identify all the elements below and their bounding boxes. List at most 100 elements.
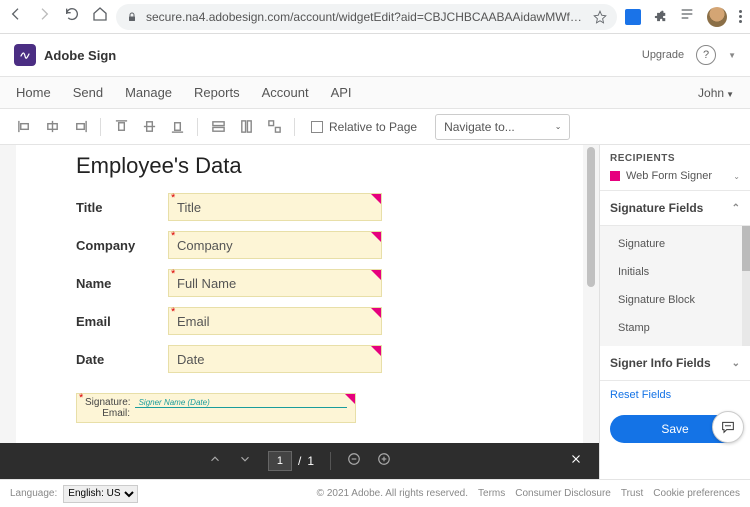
- align-bottom-button[interactable]: [165, 116, 189, 138]
- footer-cookies[interactable]: Cookie preferences: [653, 488, 740, 499]
- align-center-v-button[interactable]: [137, 116, 161, 138]
- page-total: 1: [307, 454, 314, 468]
- nav-send[interactable]: Send: [73, 85, 103, 100]
- align-toolbar: Relative to Page Navigate to... ⌄: [0, 109, 750, 145]
- forward-icon[interactable]: [36, 6, 52, 27]
- copyright: © 2021 Adobe. All rights reserved.: [317, 488, 468, 499]
- field-stamp[interactable]: Stamp: [600, 314, 750, 342]
- main-nav: Home Send Manage Reports Account API Joh…: [0, 76, 750, 109]
- user-name: John: [698, 86, 724, 100]
- align-right-button[interactable]: [68, 116, 92, 138]
- match-width-button[interactable]: [206, 116, 230, 138]
- body: Employee's Data Title *Title Company *Co…: [0, 145, 750, 479]
- language-label: Language:: [10, 488, 57, 499]
- form-row: Title *Title: [76, 193, 523, 221]
- close-icon[interactable]: [569, 452, 583, 471]
- footer-links: © 2021 Adobe. All rights reserved. Terms…: [317, 488, 740, 499]
- signature-fields-list: Signature Initials Signature Block Stamp: [600, 226, 750, 346]
- match-height-button[interactable]: [234, 116, 258, 138]
- menu-dots-icon[interactable]: [739, 10, 742, 23]
- navigate-to-dropdown[interactable]: Navigate to... ⌄: [435, 114, 570, 140]
- footer-terms[interactable]: Terms: [478, 488, 505, 499]
- zoom-in-icon[interactable]: [377, 452, 391, 471]
- sig-line: Signer Name (Date): [135, 398, 347, 408]
- field-label: Name: [76, 276, 168, 291]
- profile-avatar[interactable]: [707, 7, 727, 27]
- document: Employee's Data Title *Title Company *Co…: [16, 145, 583, 443]
- page-down-icon[interactable]: [238, 452, 252, 471]
- language-select[interactable]: English: US: [63, 485, 138, 503]
- adobe-sign-logo: [14, 44, 36, 66]
- panel-scroll-thumb[interactable]: [742, 226, 750, 271]
- field-label: Date: [76, 352, 168, 367]
- page-input[interactable]: [268, 451, 292, 471]
- align-left-button[interactable]: [12, 116, 36, 138]
- field-signature[interactable]: Signature: [600, 230, 750, 258]
- extensions-icon[interactable]: [653, 10, 667, 24]
- brand: Adobe Sign: [14, 44, 116, 66]
- reset-fields-link[interactable]: Reset Fields: [600, 381, 750, 409]
- translate-icon[interactable]: [625, 9, 641, 25]
- app-name: Adobe Sign: [44, 48, 116, 63]
- date-field[interactable]: Date: [168, 345, 382, 373]
- title-field[interactable]: *Title: [168, 193, 382, 221]
- zoom-out-icon[interactable]: [347, 452, 361, 471]
- doc-title: Employee's Data: [76, 153, 523, 179]
- signature-fields-header[interactable]: Signature Fields ⌃: [600, 191, 750, 226]
- navigate-to-label: Navigate to...: [444, 120, 515, 134]
- recipient-row[interactable]: Web Form Signer ⌄: [610, 170, 740, 182]
- scrollbar-thumb[interactable]: [587, 147, 595, 287]
- align-center-h-button[interactable]: [40, 116, 64, 138]
- chevron-down-icon: ⌄: [555, 122, 562, 131]
- help-icon[interactable]: ?: [696, 45, 716, 65]
- email-field[interactable]: *Email: [168, 307, 382, 335]
- home-icon[interactable]: [92, 6, 108, 27]
- page-indicator: / 1: [268, 451, 314, 471]
- nav-links: Home Send Manage Reports Account API: [16, 85, 352, 100]
- help-caret[interactable]: ▼: [728, 51, 736, 60]
- form-row: Date Date: [76, 345, 523, 373]
- form-row: Email *Email: [76, 307, 523, 335]
- nav-manage[interactable]: Manage: [125, 85, 172, 100]
- nav-account[interactable]: Account: [262, 85, 309, 100]
- field-initials[interactable]: Initials: [600, 258, 750, 286]
- nav-home[interactable]: Home: [16, 85, 51, 100]
- name-field[interactable]: *Full Name: [168, 269, 382, 297]
- language-selector: Language: English: US: [10, 485, 138, 503]
- signature-block-field[interactable]: * Signature:Signer Name (Date) Email:: [76, 393, 356, 423]
- browser-right-icons: [625, 6, 742, 27]
- chat-help-icon[interactable]: [712, 411, 744, 443]
- signature-fields-title: Signature Fields: [610, 201, 703, 215]
- form-row: Name *Full Name: [76, 269, 523, 297]
- pager-bar: / 1: [0, 443, 599, 479]
- recipient-color-icon: [610, 171, 620, 181]
- field-signature-block[interactable]: Signature Block: [600, 286, 750, 314]
- sig-label: Signature:: [85, 397, 131, 408]
- upgrade-link[interactable]: Upgrade: [642, 49, 684, 61]
- signer-info-title: Signer Info Fields: [610, 356, 711, 370]
- field-label: Company: [76, 238, 168, 253]
- footer-trust[interactable]: Trust: [621, 488, 643, 499]
- page-up-icon[interactable]: [208, 452, 222, 471]
- field-label: Email: [76, 314, 168, 329]
- reload-icon[interactable]: [64, 6, 80, 27]
- url-text: secure.na4.adobesign.com/account/widgetE…: [146, 10, 585, 24]
- align-top-button[interactable]: [109, 116, 133, 138]
- canvas: Employee's Data Title *Title Company *Co…: [0, 145, 599, 479]
- footer: Language: English: US © 2021 Adobe. All …: [0, 479, 750, 507]
- checkbox-icon: [311, 121, 323, 133]
- address-bar[interactable]: secure.na4.adobesign.com/account/widgetE…: [116, 4, 617, 30]
- canvas-scroll[interactable]: Employee's Data Title *Title Company *Co…: [0, 145, 599, 443]
- match-both-button[interactable]: [262, 116, 286, 138]
- relative-to-page-checkbox[interactable]: Relative to Page: [311, 120, 417, 134]
- nav-reports[interactable]: Reports: [194, 85, 240, 100]
- footer-disclosure[interactable]: Consumer Disclosure: [515, 488, 611, 499]
- signer-info-header[interactable]: Signer Info Fields ⌄: [600, 346, 750, 381]
- company-field[interactable]: *Company: [168, 231, 382, 259]
- save-row: Save: [600, 409, 750, 449]
- reading-list-icon[interactable]: [679, 6, 695, 27]
- back-icon[interactable]: [8, 6, 24, 27]
- user-menu[interactable]: John▼: [698, 86, 734, 100]
- bookmark-star-icon[interactable]: [593, 10, 607, 24]
- nav-api[interactable]: API: [331, 85, 352, 100]
